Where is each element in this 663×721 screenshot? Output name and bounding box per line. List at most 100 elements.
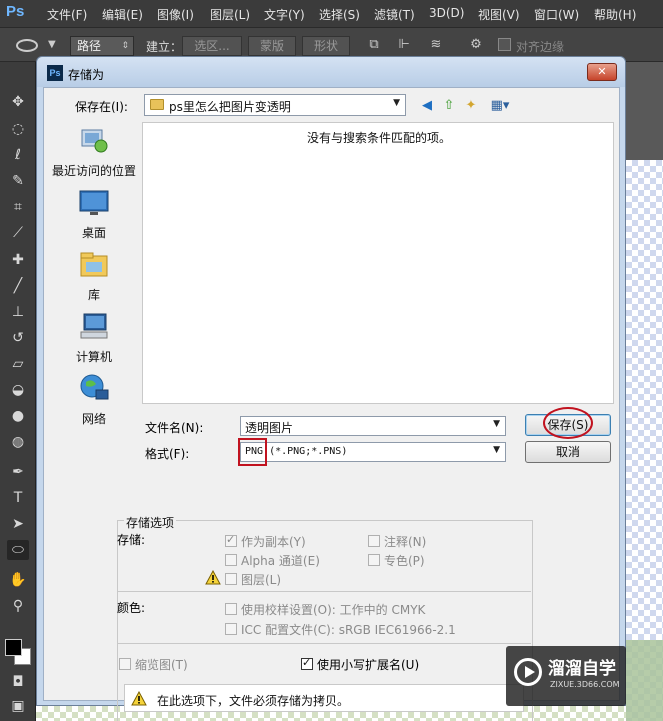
menu-file[interactable]: 文件(F) [47, 6, 87, 23]
menu-filter[interactable]: 滤镜(T) [374, 6, 415, 23]
menu-window[interactable]: 窗口(W) [534, 6, 579, 23]
place-label: 计算机 [75, 350, 112, 364]
blur-icon[interactable]: ● [7, 406, 29, 426]
chevron-down-icon: ▼ [393, 98, 400, 108]
watermark: 溜溜自学 ZIXUE.3D66.COM [506, 646, 626, 706]
close-button[interactable]: ✕ [587, 63, 617, 81]
tool-mode-select[interactable]: 路径 ⇕ [70, 36, 134, 56]
zoom-icon[interactable]: ⚲ [7, 596, 29, 616]
make-label: 建立： [146, 40, 183, 54]
file-list[interactable]: 没有与搜索条件匹配的项。 [142, 122, 614, 404]
dialog-title: 存储为 [68, 68, 105, 82]
tool-mode-value: 路径 [77, 39, 102, 53]
chevron-updown-icon: ⇕ [121, 41, 129, 51]
save-options-title: 存储选项 [124, 514, 177, 531]
marquee-icon[interactable]: ◌ [7, 119, 29, 139]
recent-places-icon [81, 129, 108, 153]
up-folder-icon[interactable]: ⇧ [441, 98, 457, 114]
watermark-url: ZIXUE.3D66.COM [550, 680, 620, 689]
as-copy-checkbox[interactable] [225, 533, 237, 547]
filename-value: 透明图片 [245, 421, 294, 435]
back-icon[interactable]: ◀ [419, 98, 435, 114]
paint-bucket-icon[interactable]: ◒ [7, 380, 29, 400]
folder-icon [150, 99, 164, 110]
place-label: 桌面 [81, 226, 106, 240]
alpha-channels-checkbox[interactable] [225, 554, 237, 566]
photoshop-logo: Ps [6, 3, 25, 20]
align-edges-checkbox[interactable] [498, 38, 511, 51]
gear-icon[interactable]: ⚙ [468, 37, 484, 53]
menu-type[interactable]: 文字(Y) [264, 6, 305, 23]
thumbnail-checkbox[interactable] [119, 658, 131, 670]
brush-icon[interactable]: ╱ [7, 276, 29, 296]
make-shape-button[interactable]: 形状 [302, 36, 350, 56]
use-proof-setup-checkbox[interactable] [225, 603, 237, 615]
save-in-combobox[interactable]: ps里怎么把图片变透明 ▼ [144, 94, 406, 116]
color-label: 颜色: [117, 601, 146, 615]
crop-icon[interactable]: ⌗ [7, 197, 29, 217]
dialog-body: 保存在(I): ps里怎么把图片变透明 ▼ ◀ ⇧ ✦ ▦▾ 最近访问的位置 桌… [43, 87, 620, 721]
format-select[interactable]: PNG (*.PNG;*.PNS) ▼ [240, 442, 506, 462]
screen-mode-icon[interactable]: ▣ [7, 696, 29, 716]
place-libraries[interactable]: 库 [50, 246, 138, 304]
place-computer[interactable]: 计算机 [50, 308, 138, 366]
menu-3d[interactable]: 3D(D) [429, 6, 464, 20]
move-icon[interactable]: ✥ [7, 92, 29, 112]
pen-icon[interactable]: ✒ [7, 462, 29, 482]
eraser-icon[interactable]: ▱ [7, 354, 29, 374]
ellipse-tool-icon[interactable] [16, 39, 38, 52]
path-arrange-icon[interactable]: ≋ [428, 37, 444, 53]
place-label: 最近访问的位置 [51, 164, 136, 178]
place-network[interactable]: 网络 [50, 370, 138, 428]
spot-colors-checkbox[interactable] [368, 554, 380, 566]
dodge-icon[interactable]: ◍ [7, 432, 29, 452]
menu-image[interactable]: 图像(I) [157, 6, 194, 23]
lasso-icon[interactable]: ℓ [7, 145, 29, 165]
history-brush-icon[interactable]: ↺ [7, 328, 29, 348]
make-mask-button[interactable]: 蒙版 [248, 36, 296, 56]
divider [117, 591, 531, 592]
stamp-icon[interactable]: ⊥ [7, 302, 29, 322]
hand-icon[interactable]: ✋ [7, 570, 29, 590]
path-ops-icon[interactable]: ⧉ [366, 37, 382, 53]
current-folder: ps里怎么把图片变透明 [169, 100, 291, 114]
ellipse-icon[interactable]: ⬭ [7, 540, 29, 560]
close-icon: ✕ [597, 65, 607, 78]
filename-field[interactable]: 透明图片 ▼ [240, 416, 506, 436]
path-select-icon[interactable]: ➤ [7, 514, 29, 534]
foreground-color-swatch[interactable] [5, 639, 22, 656]
warning-icon [205, 570, 221, 585]
eyedropper-icon[interactable]: ⟋ [7, 223, 29, 243]
tool-preset-arrow-icon[interactable]: ▼ [48, 39, 56, 50]
healing-icon[interactable]: ✚ [7, 250, 29, 270]
icc-profile-checkbox[interactable] [225, 623, 237, 635]
libraries-icon [80, 252, 108, 277]
computer-icon [80, 313, 108, 339]
notice-text: 在此选项下，文件必须存储为拷贝。 [157, 694, 350, 708]
cancel-button[interactable]: 取消 [525, 441, 611, 463]
path-align-icon[interactable]: ⊩ [396, 37, 412, 53]
place-desktop[interactable]: 桌面 [50, 184, 138, 242]
place-recent[interactable]: 最近访问的位置 [50, 122, 138, 180]
store-label: 存储: [117, 533, 146, 547]
make-selection-button[interactable]: 选区... [182, 36, 242, 56]
menu-edit[interactable]: 编辑(E) [102, 6, 143, 23]
layers-checkbox[interactable] [225, 573, 237, 585]
dialog-titlebar[interactable]: Ps 存储为 ✕ [37, 57, 625, 87]
menu-view[interactable]: 视图(V) [478, 6, 520, 23]
quick-mask-icon[interactable]: ◘ [7, 672, 29, 692]
lowercase-extension-checkbox[interactable] [301, 656, 313, 670]
places-bar: 最近访问的位置 桌面 库 计算机 网络 [50, 122, 138, 462]
transparent-checkerboard [626, 160, 663, 721]
view-menu-icon[interactable]: ▦▾ [487, 98, 513, 114]
new-folder-icon[interactable]: ✦ [463, 98, 479, 114]
chevron-down-icon: ▼ [493, 419, 500, 429]
quick-select-icon[interactable]: ✎ [7, 171, 29, 191]
menu-help[interactable]: 帮助(H) [594, 6, 636, 23]
lowercase-extension-label: 使用小写扩展名(U) [317, 658, 420, 672]
type-icon[interactable]: T [7, 488, 29, 508]
menu-select[interactable]: 选择(S) [319, 6, 360, 23]
menu-layer[interactable]: 图层(L) [210, 6, 250, 23]
notes-checkbox[interactable] [368, 535, 380, 547]
photoshop-app-icon: Ps [47, 65, 63, 81]
